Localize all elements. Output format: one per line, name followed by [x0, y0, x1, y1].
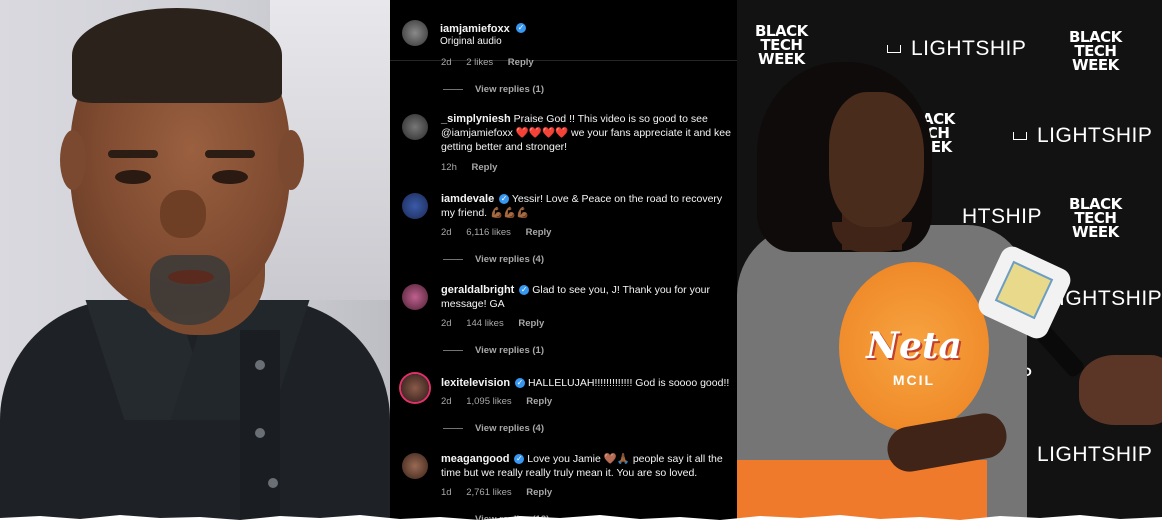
commenter-avatar[interactable]	[402, 114, 428, 140]
black-tech-week-logo: BLACK TECH WEEK	[755, 24, 808, 68]
comment-line: Glad to see you, J! Thank you for your	[532, 284, 711, 296]
verified-badge-icon: ✓	[499, 194, 510, 205]
comment-time: 2d	[441, 57, 452, 68]
comment-line: time but we really really truly mean it.…	[441, 467, 698, 479]
shirt-button	[255, 428, 265, 438]
author-username[interactable]: iamjamiefoxx	[440, 23, 510, 35]
comment-meta: 12h Reply	[441, 162, 509, 173]
reply-button[interactable]: Reply	[526, 396, 552, 407]
verified-badge-icon: ✓	[515, 378, 526, 389]
reply-button[interactable]: Reply	[472, 162, 498, 173]
comment-text: lexitelevision ✓ HALLELUJAH!!!!!!!!!!!!!…	[441, 376, 737, 390]
black-tech-week-logo: BLACK TECH WEEK	[1069, 197, 1122, 241]
shirt-button	[268, 478, 278, 488]
commenter-avatar[interactable]	[402, 193, 428, 219]
logo-line: WEEK	[758, 50, 805, 68]
comment-likes[interactable]: 144 likes	[466, 318, 504, 329]
comment-time: 1d	[441, 487, 452, 498]
interview-photo: BLACK TECH WEEK BLACK TECH WEEK BLACK TE…	[737, 0, 1162, 525]
logo-line: WEEK	[1072, 56, 1119, 74]
comment-meta: 2d 2 likes Reply	[441, 57, 546, 68]
commenter-username[interactable]: iamdevale	[441, 193, 494, 205]
torn-paper-edge	[0, 515, 1162, 526]
eyebrow	[205, 150, 255, 158]
goatee	[150, 255, 230, 325]
comment-time: 2d	[441, 227, 452, 238]
author-avatar[interactable]	[402, 20, 428, 46]
instagram-comments-panel[interactable]: iamjamiefoxx ✓ Original audio 2d 2 likes…	[390, 0, 737, 525]
comment-text: iamdevale ✓ Yessir! Love & Peace on the …	[441, 192, 737, 220]
black-tech-week-logo: BLACK TECH WEEK	[1069, 30, 1122, 74]
comment-meta: 2d 6,116 likes Reply	[441, 227, 563, 238]
comment-text: meagangood ✓ Love you Jamie 🤎🙏🏾 people s…	[441, 452, 737, 480]
shirt-logo-sub: MCIL	[892, 372, 936, 388]
view-replies-button[interactable]: View replies (4)	[443, 254, 544, 265]
view-replies-button[interactable]: View replies (1)	[443, 345, 544, 356]
commenter-username[interactable]: _simplyniesh	[441, 113, 511, 125]
hair	[72, 8, 282, 103]
eye	[115, 170, 151, 184]
mouth	[168, 270, 214, 284]
ear-right	[278, 130, 304, 190]
verified-badge-icon: ✓	[514, 454, 525, 465]
comment-line: Yessir! Love & Peace on the road to reco…	[511, 193, 723, 205]
comment-line: my friend. 💪🏾💪🏾💪🏾	[441, 207, 530, 219]
woman-face	[829, 92, 924, 227]
view-replies-button[interactable]: View replies (1)	[443, 84, 544, 95]
lightship-logo: IGHTSHIP	[1059, 287, 1162, 311]
commenter-avatar-story[interactable]	[401, 374, 429, 402]
lightship-mark-icon	[1013, 132, 1027, 141]
comment-time: 2d	[441, 396, 452, 407]
comment-text: geraldalbright ✓ Glad to see you, J! Tha…	[441, 283, 737, 311]
comment-line: @iamjamiefoxx ❤️❤️❤️❤️ we your fans appr…	[441, 127, 731, 139]
commenter-avatar[interactable]	[402, 453, 428, 479]
interviewer-hand	[1079, 355, 1162, 425]
comment-likes[interactable]: 6,116 likes	[466, 227, 511, 238]
ear-left	[60, 130, 86, 190]
shirt-button	[255, 360, 265, 370]
comment-likes[interactable]: 1,095 likes	[466, 396, 511, 407]
jamie-foxx-photo	[0, 0, 390, 525]
commenter-avatar[interactable]	[402, 284, 428, 310]
reply-button[interactable]: Reply	[508, 57, 534, 68]
view-replies-button[interactable]: View replies (4)	[443, 423, 544, 434]
verified-badge-icon: ✓	[519, 285, 530, 296]
eyebrow	[108, 150, 158, 158]
comment-time: 12h	[441, 162, 457, 173]
comment-meta: 1d 2,761 likes Reply	[441, 487, 564, 498]
comment-text: _simplyniesh Praise God !! This video is…	[441, 112, 737, 154]
reply-button[interactable]: Reply	[526, 227, 552, 238]
comment-likes[interactable]: 2,761 likes	[466, 487, 511, 498]
comment-line: message! GA	[441, 298, 505, 310]
comment-meta: 2d 1,095 likes Reply	[441, 396, 564, 407]
audio-label[interactable]: Original audio	[440, 36, 502, 47]
logo-text: LIGHTSHIP	[911, 37, 1027, 60]
author-line: iamjamiefoxx ✓	[440, 19, 527, 37]
logo-line: WEEK	[1072, 223, 1119, 241]
commenter-username[interactable]: meagangood	[441, 453, 509, 465]
shirt-logo-brand: Neta	[866, 325, 962, 367]
nose	[160, 190, 206, 238]
comment-time: 2d	[441, 318, 452, 329]
commenter-username[interactable]: geraldalbright	[441, 284, 514, 296]
comment-line: HALLELUJAH!!!!!!!!!!!!! God is soooo goo…	[527, 377, 730, 389]
lightship-logo: LIGHTSHIP	[1013, 124, 1152, 148]
verified-badge-icon: ✓	[516, 22, 527, 33]
reply-button[interactable]: Reply	[518, 318, 544, 329]
logo-text: LIGHTSHIP	[1037, 124, 1153, 147]
post-header: iamjamiefoxx ✓ Original audio	[390, 0, 737, 61]
comment-line: Praise God !! This video is so good to s…	[513, 113, 708, 125]
lightship-logo: LIGHTSHIP	[887, 37, 1026, 61]
logo-text: IGHTSHIP	[1059, 287, 1162, 310]
logo-text: LIGHTSHIP	[1037, 443, 1153, 466]
comment-meta: 2d 144 likes Reply	[441, 318, 556, 329]
reply-button[interactable]: Reply	[526, 487, 552, 498]
comment-likes[interactable]: 2 likes	[466, 57, 493, 68]
lightship-mark-icon	[887, 45, 901, 54]
lightship-logo: LIGHTSHIP	[1013, 443, 1152, 467]
comment-line: getting better and stronger!	[441, 141, 568, 153]
commenter-username[interactable]: lexitelevision	[441, 377, 510, 389]
comment-line: Love you Jamie 🤎🙏🏾 people say it all the	[527, 453, 723, 465]
eye	[212, 170, 248, 184]
